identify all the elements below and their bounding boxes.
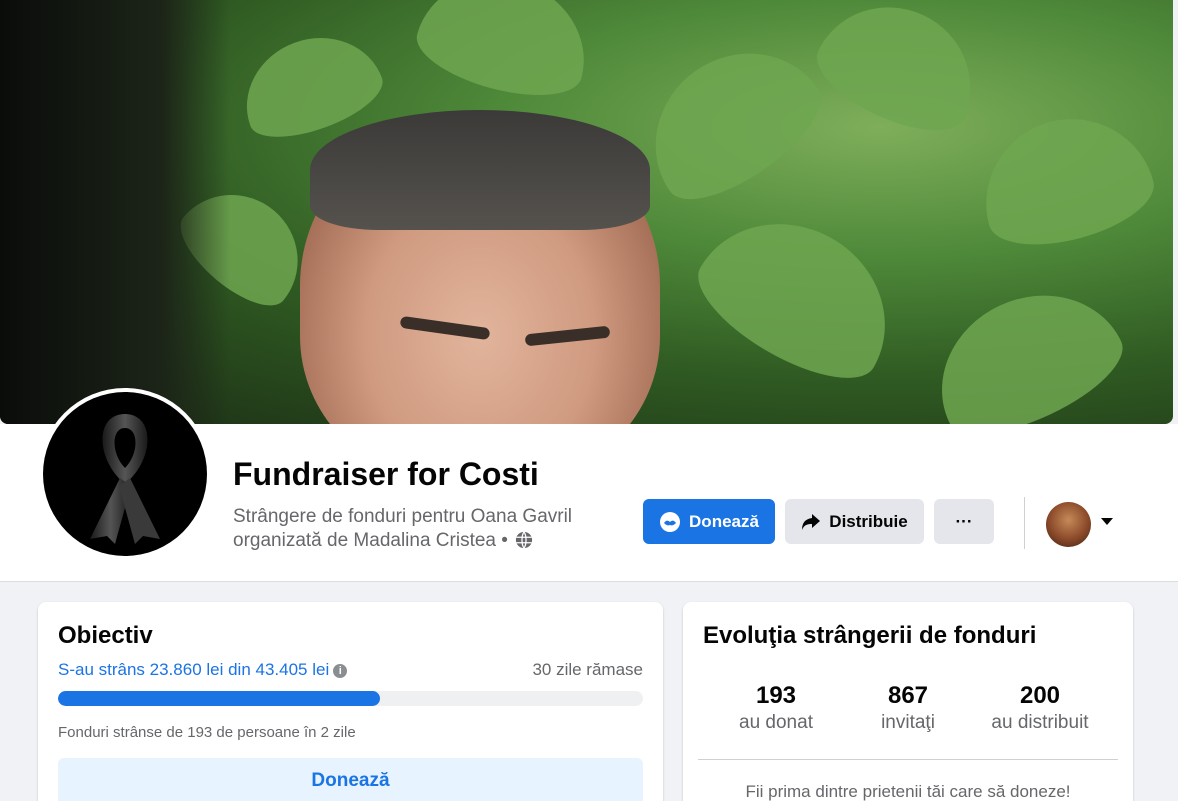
more-icon: ··· — [955, 511, 973, 531]
cover-leaf — [967, 100, 1163, 260]
goal-heading: Obiectiv — [58, 622, 153, 649]
user-avatar[interactable] — [1046, 502, 1091, 547]
beneficiary-text[interactable]: Strângere de fonduri pentru Oana Gavril — [233, 505, 572, 529]
donate-button-secondary[interactable]: Donează — [58, 758, 643, 801]
globe-icon[interactable] — [515, 531, 533, 549]
days-remaining: 30 zile rămase — [532, 660, 643, 679]
donate-icon — [660, 511, 681, 532]
cover-photo[interactable] — [0, 0, 1173, 424]
progress-bar-fill — [58, 691, 380, 706]
share-label: Distribuie — [829, 511, 908, 531]
fundraiser-avatar[interactable] — [39, 388, 211, 560]
cover-leaf — [804, 0, 996, 149]
first-donor-prompt: Fii prima dintre prietenii tăi care să d… — [745, 782, 1071, 801]
stat-donated[interactable]: 193 au donat — [711, 682, 841, 734]
cover-leaf — [408, 0, 602, 111]
more-options-button[interactable]: ··· — [934, 499, 994, 544]
stats-divider — [698, 759, 1118, 760]
black-ribbon-icon — [90, 414, 160, 544]
chevron-down-icon[interactable] — [1101, 518, 1113, 525]
progress-bar — [58, 691, 643, 706]
fundraising-progress-card: Evoluţia strângerii de fonduri 193 au do… — [683, 602, 1133, 801]
raised-by-text: Fonduri strânse de 193 de persoane în 2 … — [58, 724, 356, 741]
share-arrow-icon — [802, 513, 821, 530]
fundraiser-subtitle: Strângere de fonduri pentru Oana Gavril … — [233, 505, 572, 553]
cover-person-hair — [310, 110, 650, 230]
stats-row: 193 au donat 867 invitaţi 200 au distrib… — [703, 682, 1113, 734]
organizer-text[interactable]: organizată de Madalina Cristea • — [233, 530, 508, 551]
donate-label: Donează — [689, 511, 759, 531]
amount-raised[interactable]: S-au strâns 23.860 lei din 43.405 lei i — [58, 660, 348, 680]
evolution-heading: Evoluţia strângerii de fonduri — [703, 622, 1037, 649]
share-button[interactable]: Distribuie — [785, 499, 924, 544]
stat-shared[interactable]: 200 au distribuit — [975, 682, 1105, 734]
header-divider — [1024, 497, 1025, 549]
cover-shadow — [0, 0, 230, 424]
info-icon[interactable]: i — [333, 664, 348, 678]
cover-leaf — [621, 19, 839, 221]
stat-invited[interactable]: 867 invitaţi — [843, 682, 973, 734]
cover-leaf — [680, 188, 920, 402]
donate-button[interactable]: Donează — [643, 499, 775, 544]
page-title: Fundraiser for Costi — [233, 456, 539, 492]
goal-card: Obiectiv S-au strâns 23.860 lei din 43.4… — [38, 602, 663, 801]
cover-leaf — [913, 265, 1137, 424]
